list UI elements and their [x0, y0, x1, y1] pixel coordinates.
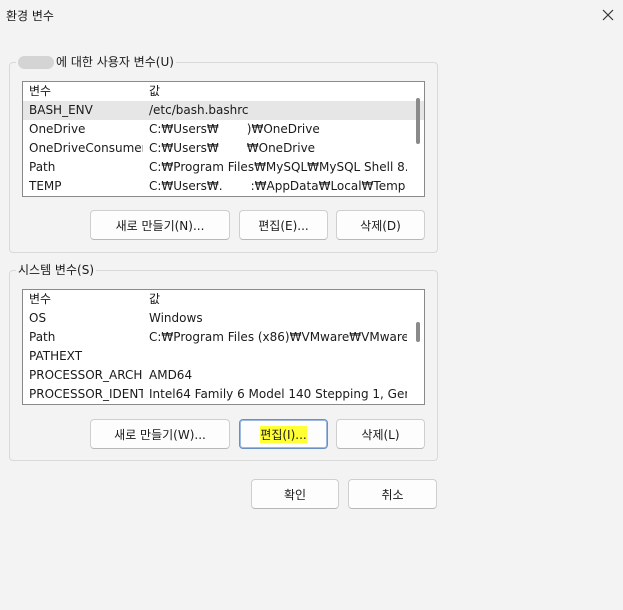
close-button[interactable]: [593, 0, 623, 30]
user-variables-group: 에 대한 사용자 변수(U) 변수 값 BASH_ENV /etc/bash.b…: [9, 54, 438, 253]
column-header-value[interactable]: 값: [149, 290, 407, 309]
system-new-button[interactable]: 새로 만들기(W)...: [90, 419, 230, 449]
column-header-variable[interactable]: 변수: [29, 82, 143, 101]
table-row[interactable]: PATHEXT: [23, 347, 424, 366]
list-header: 변수 값: [23, 82, 424, 101]
scrollbar-thumb[interactable]: [416, 322, 420, 342]
user-delete-button[interactable]: 삭제(D): [336, 210, 425, 240]
system-delete-button[interactable]: 삭제(L): [336, 419, 425, 449]
title-bar: 환경 변수: [0, 0, 623, 30]
system-variables-group: 시스템 변수(S) 변수 값 OS Windows Path C:₩Progra…: [9, 262, 438, 461]
system-list-scrollbar[interactable]: [412, 290, 424, 404]
column-header-value[interactable]: 값: [149, 82, 407, 101]
table-row[interactable]: PROCESSOR_IDENT... Intel64 Family 6 Mode…: [23, 385, 424, 404]
redacted-username: [18, 55, 54, 69]
system-edit-button[interactable]: 편집(I)...: [239, 419, 328, 449]
user-variables-list[interactable]: 변수 값 BASH_ENV /etc/bash.bashrc OneDrive …: [22, 81, 425, 197]
user-list-scrollbar[interactable]: [412, 82, 424, 196]
close-icon: [602, 9, 614, 21]
user-edit-button[interactable]: 편집(E)...: [239, 210, 328, 240]
table-row[interactable]: TEMP C:₩Users₩.:₩AppData₩Local₩Temp: [23, 177, 424, 196]
user-new-button[interactable]: 새로 만들기(N)...: [90, 210, 230, 240]
user-variables-legend: 에 대한 사용자 변수(U): [16, 54, 176, 70]
list-header: 변수 값: [23, 290, 424, 309]
window-title: 환경 변수: [6, 9, 54, 23]
table-row[interactable]: OneDriveConsumer C:₩Users₩ ₩OneDrive: [23, 139, 424, 158]
table-row[interactable]: Path C:₩Program Files₩MySQL₩MySQL Shell …: [23, 158, 424, 177]
column-header-variable[interactable]: 변수: [29, 290, 143, 309]
table-row[interactable]: PROCESSOR_ARCH... AMD64: [23, 366, 424, 385]
table-row[interactable]: BASH_ENV /etc/bash.bashrc: [23, 101, 424, 120]
table-row[interactable]: OneDrive C:₩Users₩)₩OneDrive: [23, 120, 424, 139]
ok-button[interactable]: 확인: [251, 479, 339, 509]
table-row[interactable]: Path C:₩Program Files (x86)₩VMware₩VMwar…: [23, 328, 424, 347]
cancel-button[interactable]: 취소: [348, 479, 437, 509]
system-variables-legend: 시스템 변수(S): [16, 262, 96, 278]
system-edit-label: 편집(I)...: [260, 425, 307, 443]
scrollbar-thumb[interactable]: [416, 98, 420, 144]
table-row[interactable]: OS Windows: [23, 309, 424, 328]
system-variables-list[interactable]: 변수 값 OS Windows Path C:₩Program Files (x…: [22, 289, 425, 405]
